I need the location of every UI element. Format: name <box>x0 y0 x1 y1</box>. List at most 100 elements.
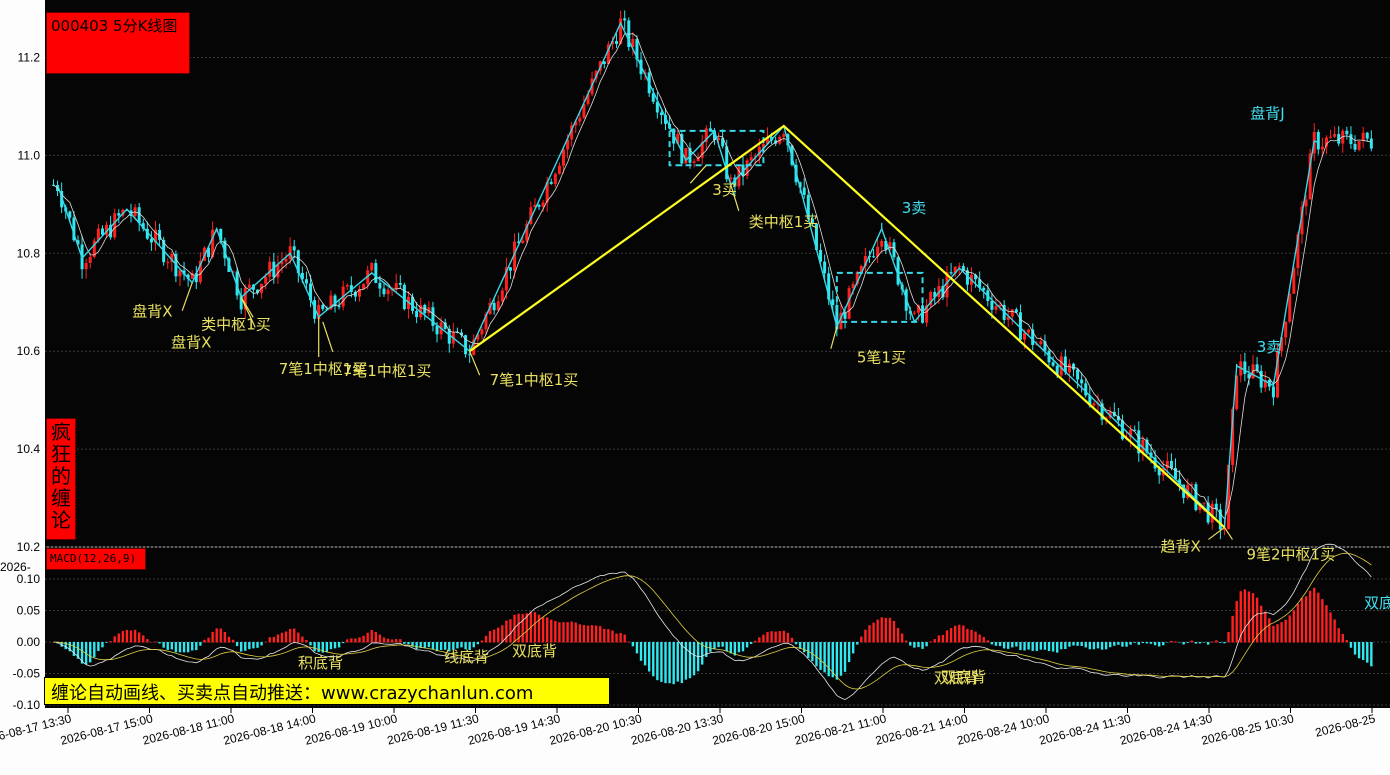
x-tick-label: 2026-08-18 11:00 <box>141 711 236 747</box>
candle-body <box>1092 403 1096 406</box>
macd-bar <box>293 628 296 643</box>
macd-bar <box>1039 642 1043 650</box>
macd-bar <box>186 642 190 653</box>
annotation-label: 3卖 <box>1257 338 1282 356</box>
macd-bar <box>1300 597 1304 643</box>
macd-bar <box>191 642 194 651</box>
price-panel-background <box>45 0 1390 547</box>
macd-bar <box>672 642 675 685</box>
macd-bar <box>431 642 435 650</box>
macd-bar <box>774 631 777 643</box>
candle-body <box>268 261 272 277</box>
side-label: 疯 狂 的 缠 论 <box>46 418 76 540</box>
candle-body <box>402 284 406 310</box>
macd-bar <box>1349 642 1353 648</box>
macd-bar <box>1129 642 1132 645</box>
macd-bar <box>1206 642 1210 645</box>
annotation-label: 盘背X <box>171 333 211 351</box>
candle-body <box>508 267 512 271</box>
macd-bar <box>1353 642 1357 655</box>
macd-annotation-label: 线底背 <box>444 648 489 666</box>
price-tick-label: 10.2 <box>17 540 41 554</box>
macd-bar <box>395 639 398 643</box>
candle-body <box>1165 460 1169 469</box>
macd-bar <box>382 637 386 643</box>
macd-bar <box>93 642 96 658</box>
macd-bar <box>195 642 198 651</box>
candle-body <box>1202 502 1206 504</box>
candle-body <box>802 187 806 195</box>
macd-bar <box>864 629 867 643</box>
side-label-char: 缠 <box>51 486 71 510</box>
macd-bar <box>1080 642 1083 647</box>
macd-bar <box>1035 642 1038 651</box>
candle-body <box>823 261 827 274</box>
macd-bar <box>374 632 378 643</box>
x-tick-label: 2026-08-21 14:00 <box>874 711 970 748</box>
annotation-label: 类中枢1买 <box>749 213 819 231</box>
macd-bar <box>1055 642 1059 653</box>
macd-bar <box>256 642 259 648</box>
macd-bar <box>329 642 333 650</box>
macd-bar <box>607 629 610 643</box>
candle-body <box>378 282 382 289</box>
macd-bar <box>284 631 288 643</box>
annotation-label: 5笔1买 <box>857 349 906 367</box>
macd-bar <box>423 642 426 649</box>
macd-bar <box>982 636 985 643</box>
annotation-label: 盘背J <box>1250 105 1284 123</box>
macd-bar <box>949 628 953 643</box>
macd-bar <box>921 642 924 649</box>
macd-bar <box>341 642 345 644</box>
macd-bar <box>1182 642 1185 645</box>
macd-bar <box>1019 642 1022 651</box>
macd-bar <box>1141 642 1145 644</box>
macd-bar <box>688 642 692 679</box>
macd-bar <box>590 625 594 643</box>
x-tick-label: 2026-08-18 14:00 <box>222 711 318 748</box>
candle-body <box>1365 132 1369 139</box>
macd-bar <box>178 642 182 653</box>
promo-banner[interactable]: 缠论自动画线、买卖点自动推送：www.crazychanlun.com <box>44 677 610 705</box>
macd-bar <box>346 639 349 643</box>
macd-bar <box>880 617 883 643</box>
macd-bar <box>1357 642 1361 659</box>
candle-body <box>521 240 525 244</box>
macd-bar <box>900 633 904 643</box>
macd-bar <box>492 629 496 643</box>
macd-bar <box>1109 642 1112 648</box>
macd-bar <box>1288 615 1291 643</box>
macd-bar <box>562 622 565 643</box>
macd-bar <box>505 620 508 643</box>
x-tick-label: 2026-08-20 13:30 <box>629 711 725 748</box>
macd-bar <box>101 642 104 648</box>
macd-bar <box>439 642 443 651</box>
macd-bar <box>945 630 949 643</box>
macd-bar <box>370 630 373 643</box>
macd-bar <box>929 641 932 643</box>
macd-bar <box>1313 587 1316 643</box>
macd-bar <box>280 632 284 643</box>
candle-body <box>113 213 117 238</box>
macd-bar <box>358 637 361 643</box>
macd-bar <box>313 642 316 652</box>
macd-bar <box>888 617 892 643</box>
macd-bar <box>664 642 667 684</box>
macd-bar <box>1092 642 1096 650</box>
macd-bar <box>570 621 573 643</box>
macd-bar <box>603 628 606 643</box>
macd-bar <box>717 642 720 648</box>
macd-annotation-label: 双底背 <box>941 668 986 686</box>
price-tick-label: 10.4 <box>17 442 41 456</box>
macd-bar <box>807 642 810 658</box>
candle-body <box>137 207 141 224</box>
macd-bar <box>639 642 643 661</box>
macd-bar <box>89 642 92 663</box>
x-tick-label: 2026-08-25 10:30 <box>1200 711 1296 748</box>
macd-bar <box>113 636 116 643</box>
macd-bar <box>835 642 839 680</box>
macd-bar <box>652 642 655 677</box>
candle-body <box>1076 369 1080 380</box>
macd-bar <box>1015 642 1018 647</box>
time-x-axis: 2026-08-17 13:302026-08-17 15:002026-08-… <box>0 708 1377 748</box>
